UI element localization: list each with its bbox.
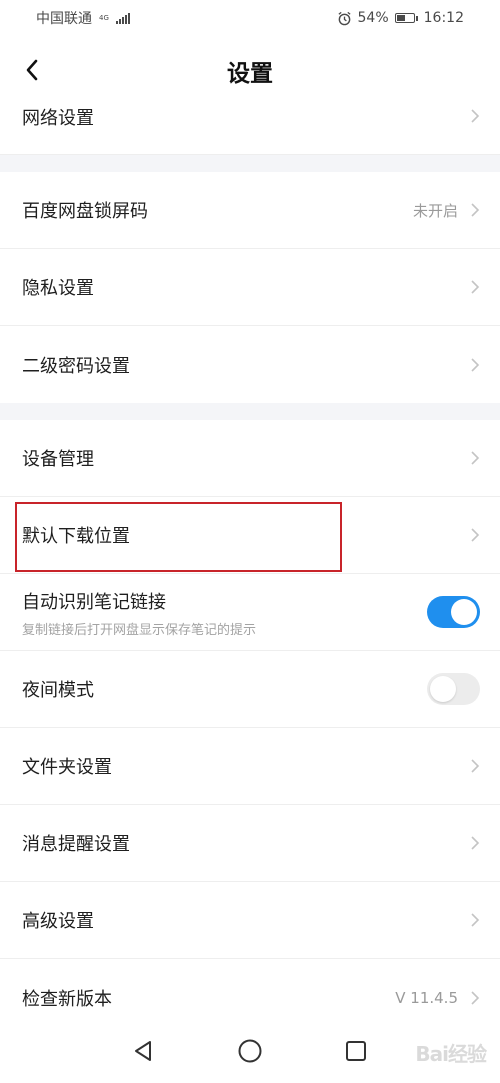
setting-row-folder[interactable]: 文件夹设置 (0, 728, 500, 805)
chevron-right-icon (471, 990, 480, 1005)
settings-list: 网络设置 百度网盘锁屏码 未开启 隐私设置 二级密码设置 设备管理 默认下载位置… (0, 78, 500, 1036)
battery-percent: 54% (357, 10, 389, 26)
chevron-right-icon (471, 528, 480, 542)
setting-row-download-location[interactable]: 默认下载位置 (0, 497, 500, 574)
setting-row-advanced[interactable]: 高级设置 (0, 882, 500, 959)
setting-row-notification[interactable]: 消息提醒设置 (0, 805, 500, 882)
carrier-name: 中国联通 (36, 11, 92, 27)
setting-label: 高级设置 (22, 911, 94, 932)
status-right: 54% 16:12 (337, 10, 464, 26)
setting-label: 文件夹设置 (22, 757, 112, 778)
triangle-back-icon (135, 1041, 151, 1061)
setting-sublabel: 复制链接后打开网盘显示保存笔记的提示 (22, 623, 257, 638)
status-left: 中国联通 4G (36, 8, 130, 28)
setting-row-lock-code[interactable]: 百度网盘锁屏码 未开启 (0, 172, 500, 249)
toggle-knob (451, 599, 477, 625)
network-type: 4G (99, 13, 109, 22)
chevron-right-icon (471, 836, 480, 850)
clock-time: 16:12 (423, 10, 464, 26)
square-recents-icon (346, 1041, 366, 1061)
note-link-toggle[interactable] (427, 596, 480, 628)
nav-back-button[interactable] (127, 1035, 159, 1067)
setting-label: 百度网盘锁屏码 (22, 201, 148, 222)
battery-icon (394, 13, 418, 23)
status-bar: 中国联通 4G 54% 16:12 (0, 0, 500, 36)
setting-label: 夜间模式 (22, 680, 94, 701)
setting-row-note-link: 自动识别笔记链接 复制链接后打开网盘显示保存笔记的提示 (0, 574, 500, 651)
system-nav-bar: Bai经验 (0, 1021, 500, 1083)
chevron-right-icon (471, 759, 480, 773)
setting-row-device-management[interactable]: 设备管理 (0, 420, 500, 497)
alarm-icon (337, 11, 351, 25)
setting-row-network[interactable]: 网络设置 (0, 78, 500, 155)
chevron-right-icon (471, 203, 480, 217)
chevron-right-icon (471, 280, 480, 294)
setting-label: 设备管理 (22, 449, 94, 470)
chevron-right-icon (471, 451, 480, 465)
setting-value: 未开启 (412, 201, 458, 220)
setting-label: 默认下载位置 (22, 526, 130, 547)
setting-label: 网络设置 (22, 108, 94, 129)
watermark-logo: Bai经验 (415, 1042, 487, 1066)
night-mode-toggle[interactable] (427, 673, 480, 705)
nav-recents-button[interactable] (340, 1035, 372, 1067)
signal-icon (115, 12, 130, 24)
chevron-right-icon (471, 913, 480, 927)
setting-value: V 11.4.5 (395, 988, 458, 1007)
setting-row-privacy[interactable]: 隐私设置 (0, 249, 500, 326)
section-gap (0, 403, 500, 420)
setting-label: 隐私设置 (22, 278, 94, 299)
setting-label: 二级密码设置 (22, 355, 130, 377)
setting-label: 自动识别笔记链接 (22, 592, 166, 613)
setting-label: 检查新版本 (22, 988, 112, 1010)
nav-home-button[interactable] (234, 1035, 266, 1067)
chevron-right-icon (471, 357, 480, 372)
setting-row-night-mode: 夜间模式 (0, 651, 500, 728)
section-gap (0, 155, 500, 172)
setting-label: 消息提醒设置 (22, 834, 130, 855)
circle-home-icon (238, 1039, 262, 1063)
toggle-knob (430, 676, 456, 702)
setting-row-second-password[interactable]: 二级密码设置 (0, 326, 500, 403)
chevron-right-icon (471, 109, 480, 123)
